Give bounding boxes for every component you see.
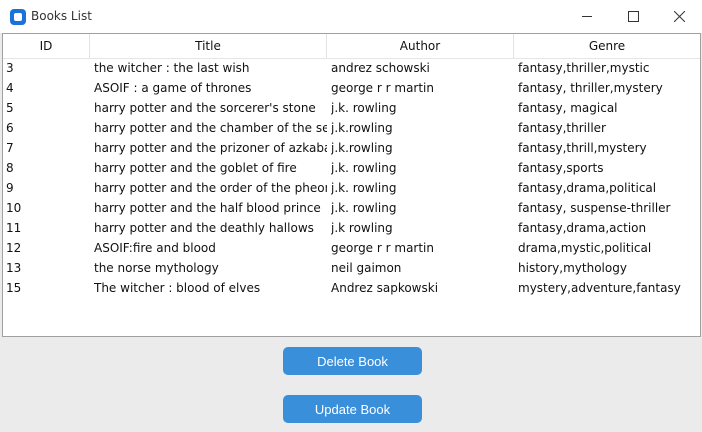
cell-author: andrez schowski: [331, 61, 430, 75]
cell-id: 7: [6, 141, 14, 155]
table-header: ID Title Author Genre: [3, 34, 700, 59]
cell-genre: fantasy, magical: [518, 101, 618, 115]
table-row[interactable]: 7 harry potter and the prizoner of azkab…: [3, 138, 700, 158]
table-row[interactable]: 15 The witcher : blood of elves Andrez s…: [3, 278, 700, 298]
app-icon: [10, 9, 26, 25]
cell-genre: fantasy, thriller,mystery: [518, 81, 663, 95]
cell-genre: history,mythology: [518, 261, 627, 275]
cell-author: george r r martin: [331, 241, 434, 255]
table-row[interactable]: 3 the witcher : the last wish andrez sch…: [3, 58, 700, 78]
cell-id: 10: [6, 201, 22, 215]
cell-genre: fantasy, suspense-thriller: [518, 201, 671, 215]
cell-author: j.k.rowling: [331, 121, 393, 135]
table-row[interactable]: 13 the norse mythology neil gaimon histo…: [3, 258, 700, 278]
cell-id: 5: [6, 101, 14, 115]
cell-title: The witcher : blood of elves: [94, 281, 261, 295]
table-row[interactable]: 5 harry potter and the sorcerer's stone …: [3, 98, 700, 118]
table-row[interactable]: 8 harry potter and the goblet of fire j.…: [3, 158, 700, 178]
cell-author: j.k rowling: [331, 221, 393, 235]
cell-author: j.k. rowling: [331, 101, 397, 115]
title-bar[interactable]: Books List: [0, 0, 702, 33]
cell-genre: mystery,adventure,fantasy: [518, 281, 681, 295]
cell-title: the norse mythology: [94, 261, 219, 275]
cell-genre: fantasy,sports: [518, 161, 604, 175]
maximize-icon: [627, 11, 639, 22]
close-icon: [673, 11, 685, 22]
cell-author: j.k.rowling: [331, 141, 393, 155]
cell-title: ASOIF:fire and blood: [94, 241, 216, 255]
window-title: Books List: [31, 9, 92, 23]
cell-id: 12: [6, 241, 22, 255]
cell-genre: fantasy,thrill,mystery: [518, 141, 647, 155]
cell-author: neil gaimon: [331, 261, 402, 275]
column-header-id[interactable]: ID: [3, 34, 90, 58]
cell-id: 15: [6, 281, 22, 295]
column-header-author[interactable]: Author: [327, 34, 514, 58]
cell-title: harry potter and the half blood prince: [94, 201, 321, 215]
books-list-window: Books List ID Title Author Genre 3 the w…: [0, 0, 702, 432]
cell-title: harry potter and the goblet of fire: [94, 161, 297, 175]
cell-title: harry potter and the chamber of the secr…: [94, 121, 327, 135]
table-row[interactable]: 10 harry potter and the half blood princ…: [3, 198, 700, 218]
cell-id: 3: [6, 61, 14, 75]
cell-title: harry potter and the order of the pheoni…: [94, 181, 327, 195]
cell-title: the witcher : the last wish: [94, 61, 250, 75]
update-book-button[interactable]: Update Book: [283, 395, 422, 423]
table-row[interactable]: 9 harry potter and the order of the pheo…: [3, 178, 700, 198]
cell-genre: fantasy,thriller: [518, 121, 606, 135]
cell-genre: fantasy,thriller,mystic: [518, 61, 650, 75]
table-row[interactable]: 6 harry potter and the chamber of the se…: [3, 118, 700, 138]
cell-id: 8: [6, 161, 14, 175]
cell-genre: fantasy,drama,political: [518, 181, 657, 195]
maximize-button[interactable]: [610, 0, 656, 33]
cell-title: harry potter and the prizoner of azkaban: [94, 141, 327, 155]
cell-author: george r r martin: [331, 81, 434, 95]
cell-title: ASOIF : a game of thrones: [94, 81, 252, 95]
minimize-icon: [582, 16, 592, 17]
cell-title: harry potter and the sorcerer's stone: [94, 101, 316, 115]
column-header-genre[interactable]: Genre: [514, 34, 700, 58]
table-row[interactable]: 4 ASOIF : a game of thrones george r r m…: [3, 78, 700, 98]
cell-id: 4: [6, 81, 14, 95]
close-button[interactable]: [656, 0, 702, 33]
table-row[interactable]: 11 harry potter and the deathly hallows …: [3, 218, 700, 238]
cell-author: j.k. rowling: [331, 161, 397, 175]
table-row[interactable]: 12 ASOIF:fire and blood george r r marti…: [3, 238, 700, 258]
minimize-button[interactable]: [564, 0, 610, 33]
column-header-title[interactable]: Title: [90, 34, 327, 58]
cell-genre: drama,mystic,political: [518, 241, 652, 255]
cell-id: 11: [6, 221, 22, 235]
cell-author: j.k. rowling: [331, 201, 397, 215]
cell-genre: fantasy,drama,action: [518, 221, 647, 235]
cell-title: harry potter and the deathly hallows: [94, 221, 314, 235]
cell-author: j.k. rowling: [331, 181, 397, 195]
delete-book-button[interactable]: Delete Book: [283, 347, 422, 375]
cell-id: 13: [6, 261, 22, 275]
books-table[interactable]: ID Title Author Genre 3 the witcher : th…: [2, 33, 701, 337]
cell-id: 9: [6, 181, 14, 195]
cell-id: 6: [6, 121, 14, 135]
cell-author: Andrez sapkowski: [331, 281, 439, 295]
